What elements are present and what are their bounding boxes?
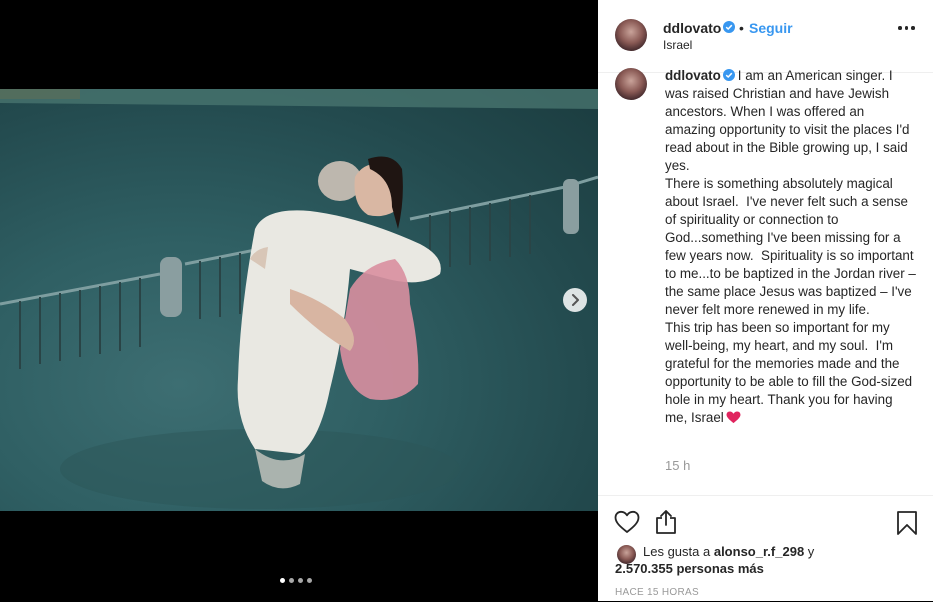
more-options-icon[interactable] <box>898 26 915 30</box>
avatar[interactable] <box>615 19 647 51</box>
carousel-dot <box>307 578 312 583</box>
photo-scene-illustration <box>0 89 598 509</box>
verified-badge-icon <box>722 69 735 81</box>
likes-summary: Les gusta a alonso_r.f_298 y <box>643 543 814 561</box>
more-dot <box>898 26 902 30</box>
post-header: ddlovato • Seguir Israel <box>598 0 933 73</box>
likes-count[interactable]: 2.570.355 personas más <box>615 561 764 576</box>
post-photo[interactable] <box>0 89 598 511</box>
post-media-panel <box>0 0 598 601</box>
likes-prefix: Les gusta a <box>643 544 711 559</box>
location-link[interactable]: Israel <box>663 38 692 52</box>
header-username[interactable]: ddlovato <box>663 20 721 36</box>
share-icon[interactable] <box>654 509 678 535</box>
separator-dot: • <box>739 20 744 36</box>
carousel-dot <box>289 578 294 583</box>
follow-button[interactable]: Seguir <box>749 20 793 36</box>
heart-outline-icon[interactable] <box>614 510 640 534</box>
comments-area: ddlovato I am an American singer. I was r… <box>598 64 933 494</box>
caption-username[interactable]: ddlovato <box>665 68 721 83</box>
likes-user[interactable]: alonso_r.f_298 <box>714 544 804 559</box>
avatar[interactable] <box>615 68 647 100</box>
post-actions: Les gusta a alonso_r.f_298 y 2.570.355 p… <box>598 495 933 602</box>
more-dot <box>911 26 915 30</box>
carousel-dot-active <box>280 578 285 583</box>
red-heart-emoji <box>726 411 741 424</box>
chevron-right-icon <box>572 294 579 306</box>
caption-text: I am an American singer. I was raised Ch… <box>665 68 916 425</box>
verified-badge-icon <box>723 21 735 33</box>
carousel-indicator <box>280 578 312 583</box>
likes-and: y <box>807 544 815 559</box>
more-dot <box>904 26 908 30</box>
post-timestamp[interactable]: HACE 15 HORAS <box>615 587 699 598</box>
carousel-next-button[interactable] <box>563 288 587 312</box>
post-caption: ddlovato I am an American singer. I was r… <box>665 67 917 427</box>
post-sidebar: ddlovato • Seguir Israel ddlovato I am an… <box>598 0 933 601</box>
bookmark-icon[interactable] <box>896 510 918 536</box>
carousel-dot <box>298 578 303 583</box>
caption-relative-time[interactable]: 15 h <box>665 458 690 473</box>
